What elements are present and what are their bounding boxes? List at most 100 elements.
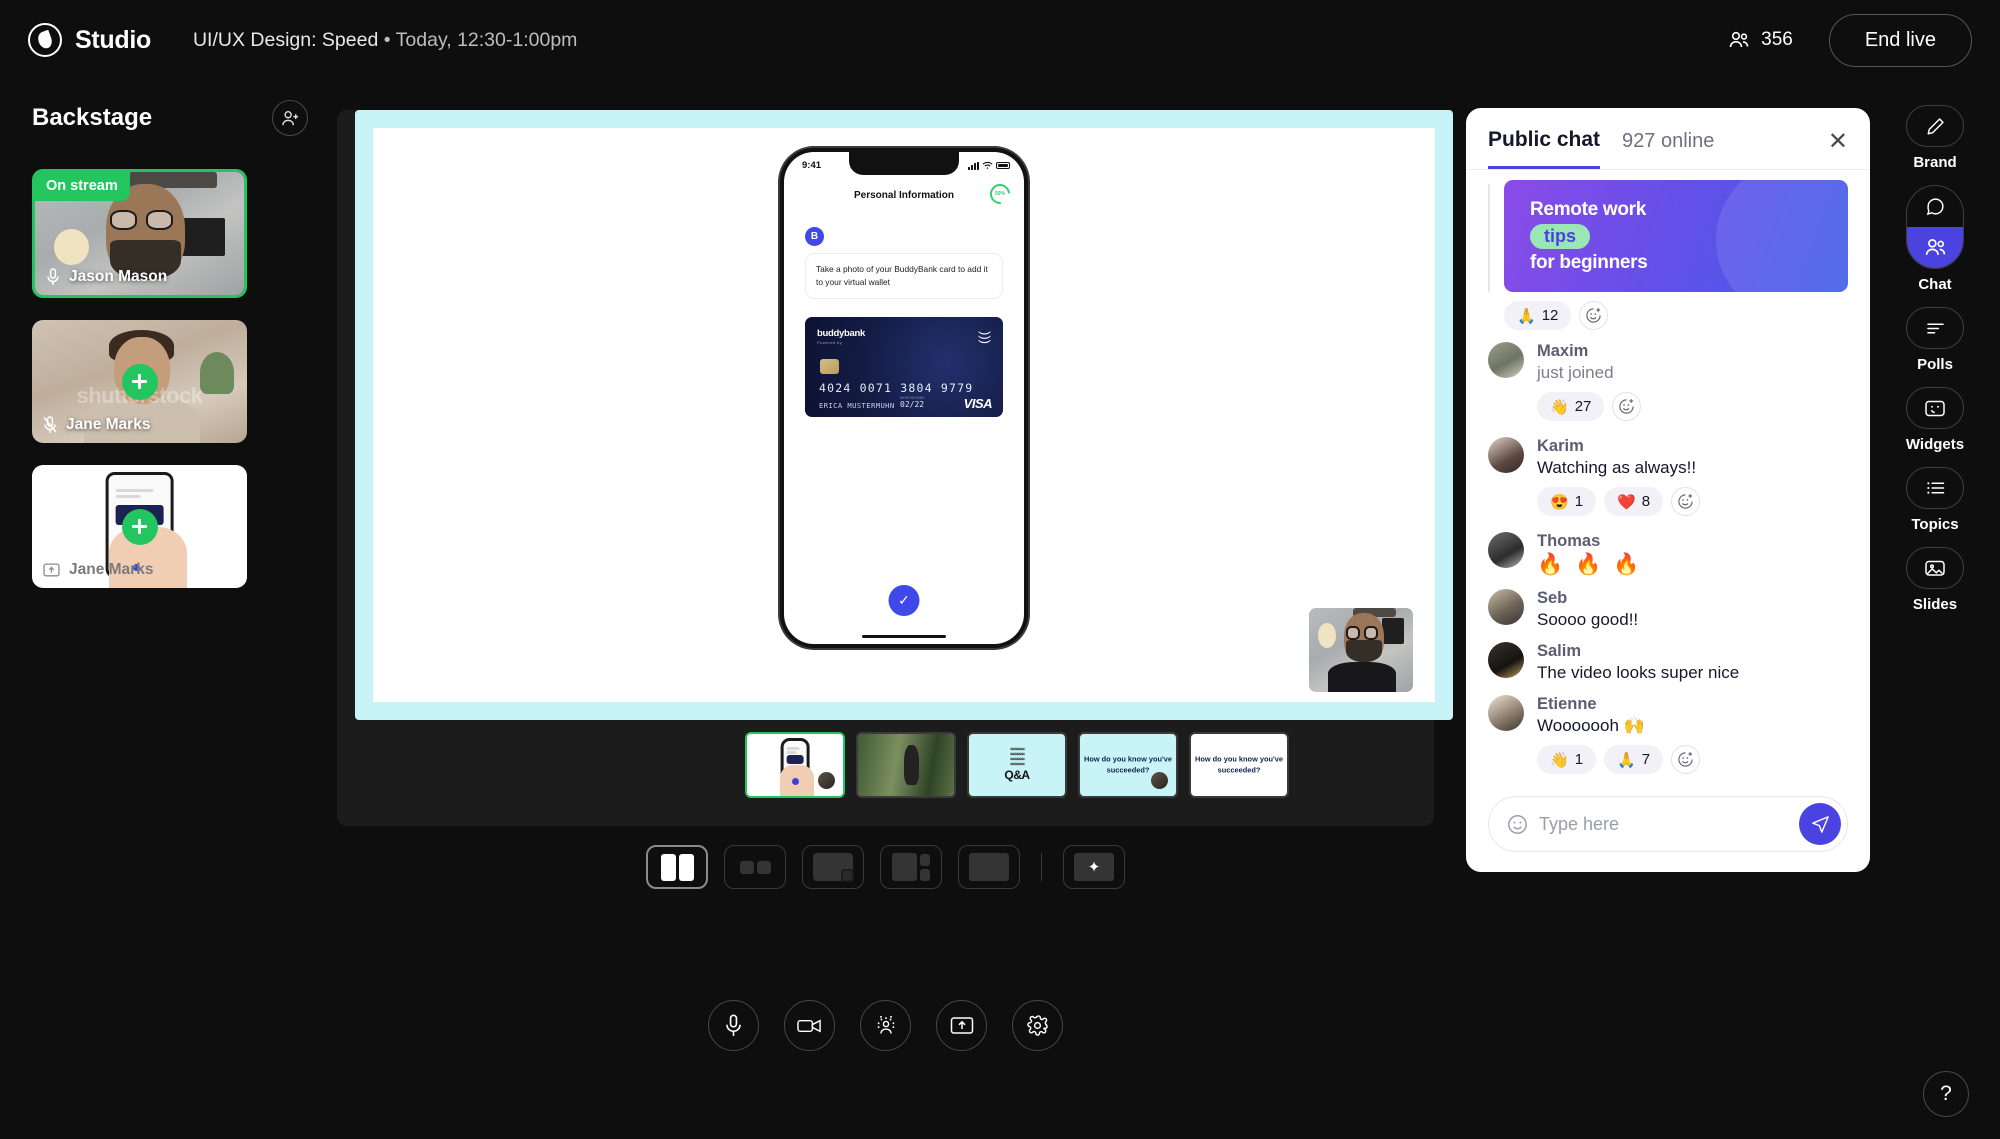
chat-bubble-icon[interactable] [1907,186,1963,227]
list-icon[interactable] [1906,467,1964,509]
reaction-chip[interactable]: 😍 1 [1537,487,1597,516]
message-author: Karim [1537,437,1584,455]
card-number: 4024 0071 3804 9779 [819,381,974,395]
promo-line-3: for beginners [1530,251,1648,273]
help-button[interactable]: ? [1923,1071,1969,1117]
layout-picture-in-picture-button[interactable] [802,845,864,889]
reaction-chip[interactable]: 👋 27 [1537,392,1605,421]
phone-screen: 9:41 Personal Information 50% B Take a p… [784,152,1024,644]
effects-button[interactable] [860,1000,911,1051]
session-title: UI/UX Design: Speed • Today, 12:30-1:00p… [193,29,577,52]
nav-item-slides[interactable]: Slides [1906,547,1964,613]
card-brand: buddybank [817,328,865,339]
reaction-chip[interactable]: ❤️ 8 [1604,487,1664,516]
nav-label: Brand [1913,154,1957,171]
reaction-count: 1 [1574,751,1584,768]
image-icon[interactable] [1906,547,1964,589]
reaction-emoji: ❤️ [1617,493,1636,511]
pip-video-jason-mason[interactable] [1309,608,1413,692]
camera-button[interactable] [784,1000,835,1051]
participant-name-row: Jane Marks [43,416,150,434]
phone-mockup: 9:41 Personal Information 50% B Take a p… [780,148,1028,648]
phone-status-time: 9:41 [802,160,822,171]
layout-auto-button[interactable]: ✦ [1063,845,1125,889]
stage-area: 9:41 Personal Information 50% B Take a p… [337,110,1453,826]
nav-label: Chat [1918,276,1952,293]
card-network: VISA [963,396,993,411]
reaction-chip[interactable]: 🙏 7 [1604,745,1664,774]
reaction-count: 1 [1574,493,1584,510]
nav-item-topics[interactable]: Topics [1906,467,1964,533]
progress-ring: 50% [985,179,1015,209]
mic-off-icon [43,416,57,434]
reaction-count: 12 [1541,307,1559,324]
tab-public-chat[interactable]: Public chat [1488,128,1601,169]
backstage-card-jason-mason[interactable]: On stream Jason Mason [32,169,247,298]
viewer-count-group: 356 [1728,29,1793,51]
close-icon[interactable]: ✕ [1828,129,1848,168]
home-indicator [862,635,946,638]
widget-icon[interactable] [1905,387,1964,429]
nav-item-brand[interactable]: Brand [1906,105,1964,171]
check-icon[interactable]: ✓ [888,585,920,616]
slide-thumbnail-1[interactable] [745,732,845,798]
layout-two-small-button[interactable] [724,845,786,889]
studio-logo-icon [28,23,62,57]
add-to-stream-button[interactable] [121,508,158,545]
layout-divider [1041,853,1042,881]
share-screen-button[interactable] [936,1000,987,1051]
progress-label: 50% [994,190,1006,197]
backstage-card-jane-marks-screen[interactable]: Jane Marks [32,465,247,588]
add-reaction-icon[interactable] [1671,745,1701,774]
layout-split-two-button[interactable] [646,845,708,889]
poll-icon[interactable] [1906,307,1964,349]
add-person-button[interactable] [272,100,308,136]
participant-name-row: Jane Marks [43,561,153,579]
slide-thumbnail-4[interactable]: How do you know you've succeeded? [1078,732,1178,798]
brand: Studio [28,23,151,57]
reaction-count: 8 [1641,493,1651,510]
session-separator: • [383,28,391,51]
add-reaction-icon[interactable] [1671,487,1701,516]
chat-input[interactable] [1539,813,1788,835]
add-reaction-icon[interactable] [1579,301,1609,330]
nav-label: Polls [1917,356,1953,373]
message-author: Maxim [1537,342,1589,360]
promo-message: Remote work tips for beginners [1488,180,1848,292]
message-text: Watching as always!! [1537,458,1697,477]
settings-button[interactable] [1012,1000,1063,1051]
nav-item-widgets[interactable]: Widgets [1906,387,1964,453]
microphone-button[interactable] [708,1000,759,1051]
emoji-icon[interactable] [1507,814,1528,835]
card-brand-sub: Powered by [817,340,843,345]
promo-banner[interactable]: Remote work tips for beginners [1504,180,1848,292]
backstage-card-jane-marks-video[interactable]: shutterstock Jane Marks [32,320,247,443]
top-bar: Studio UI/UX Design: Speed • Today, 12:3… [0,0,2000,80]
add-reaction-icon[interactable] [1612,392,1642,421]
pencil-icon[interactable] [1906,105,1964,147]
nav-label: Topics [1911,516,1959,533]
slide-thumbnail-3[interactable]: ≈≈≈≈≈≈ ≈≈≈≈≈≈ ≈≈≈≈≈≈ ≈≈≈≈≈≈ Q&A [967,732,1067,798]
slide-thumbnails[interactable]: ≈≈≈≈≈≈ ≈≈≈≈≈≈ ≈≈≈≈≈≈ ≈≈≈≈≈≈ Q&A How do you … [337,732,1434,810]
reaction-chip[interactable]: 🙏 12 [1504,301,1572,330]
nav-item-polls[interactable]: Polls [1906,307,1964,373]
layout-full-button[interactable] [958,845,1020,889]
chat-nav-pill[interactable] [1906,185,1964,269]
slide-thumbnail-2[interactable] [856,732,956,798]
chat-message: Karim Watching as always!! 😍 1 ❤️ 8 [1488,437,1848,520]
people-icon[interactable] [1907,227,1963,268]
layout-sidebar-button[interactable] [880,845,942,889]
slide-thumbnail-5[interactable]: How do you know you've succeeded? [1189,732,1289,798]
slide-pip-avatar [1151,772,1168,789]
end-live-button[interactable]: End live [1828,13,1972,67]
nav-item-chat[interactable]: Chat [1906,185,1964,293]
add-to-stream-button[interactable] [121,363,158,400]
bank-card: buddybank Powered by ))) 4024 0071 3804 … [805,317,1003,417]
message-reactions: 👋 27 [1537,392,1848,421]
promo-reactions: 🙏 12 [1504,301,1848,330]
backstage-panel: Backstage On stream Jason Mason Jane Mar… [0,80,340,1139]
chat-panel: Public chat 927 online ✕ Remote work tip… [1466,108,1870,872]
reaction-chip[interactable]: 👋 1 [1537,745,1597,774]
tab-online-count[interactable]: 927 online [1622,130,1714,167]
send-icon[interactable] [1799,803,1841,845]
